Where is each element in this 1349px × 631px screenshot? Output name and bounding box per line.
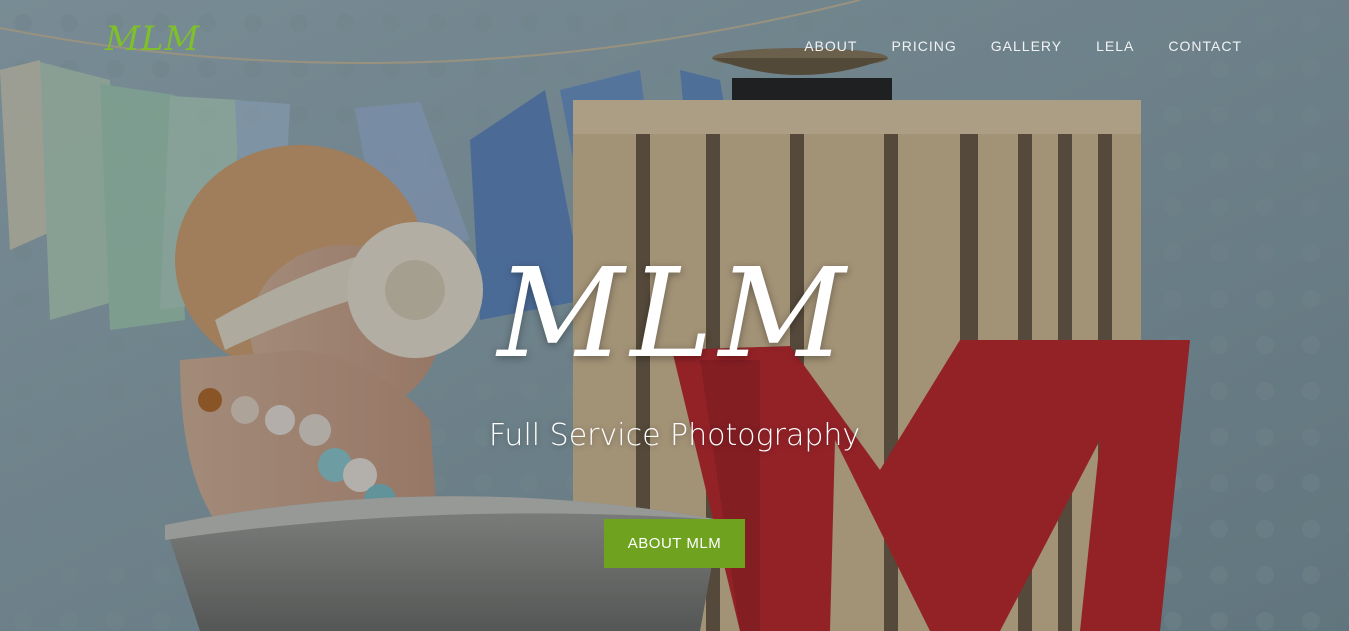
hero-title: MLM bbox=[497, 242, 852, 386]
nav-item-lela: LELA bbox=[1096, 38, 1134, 56]
hero-subtitle: Full Service Photography bbox=[488, 418, 861, 453]
nav-item-pricing: PRICING bbox=[891, 38, 956, 56]
nav-link-lela[interactable]: LELA bbox=[1096, 38, 1134, 54]
brand-logo[interactable]: MLM bbox=[105, 22, 200, 56]
nav-item-about: ABOUT bbox=[804, 38, 857, 56]
top-navbar: MLM ABOUT PRICING GALLERY LELA CONTACT bbox=[0, 0, 1349, 92]
nav-item-contact: CONTACT bbox=[1168, 38, 1242, 56]
nav-links: ABOUT PRICING GALLERY LELA CONTACT bbox=[804, 38, 1242, 56]
nav-link-about[interactable]: ABOUT bbox=[804, 38, 857, 54]
about-mlm-button[interactable]: ABOUT MLM bbox=[604, 519, 745, 568]
nav-link-contact[interactable]: CONTACT bbox=[1168, 38, 1242, 54]
nav-link-gallery[interactable]: GALLERY bbox=[991, 38, 1062, 54]
nav-link-pricing[interactable]: PRICING bbox=[891, 38, 956, 54]
nav-item-gallery: GALLERY bbox=[991, 38, 1062, 56]
